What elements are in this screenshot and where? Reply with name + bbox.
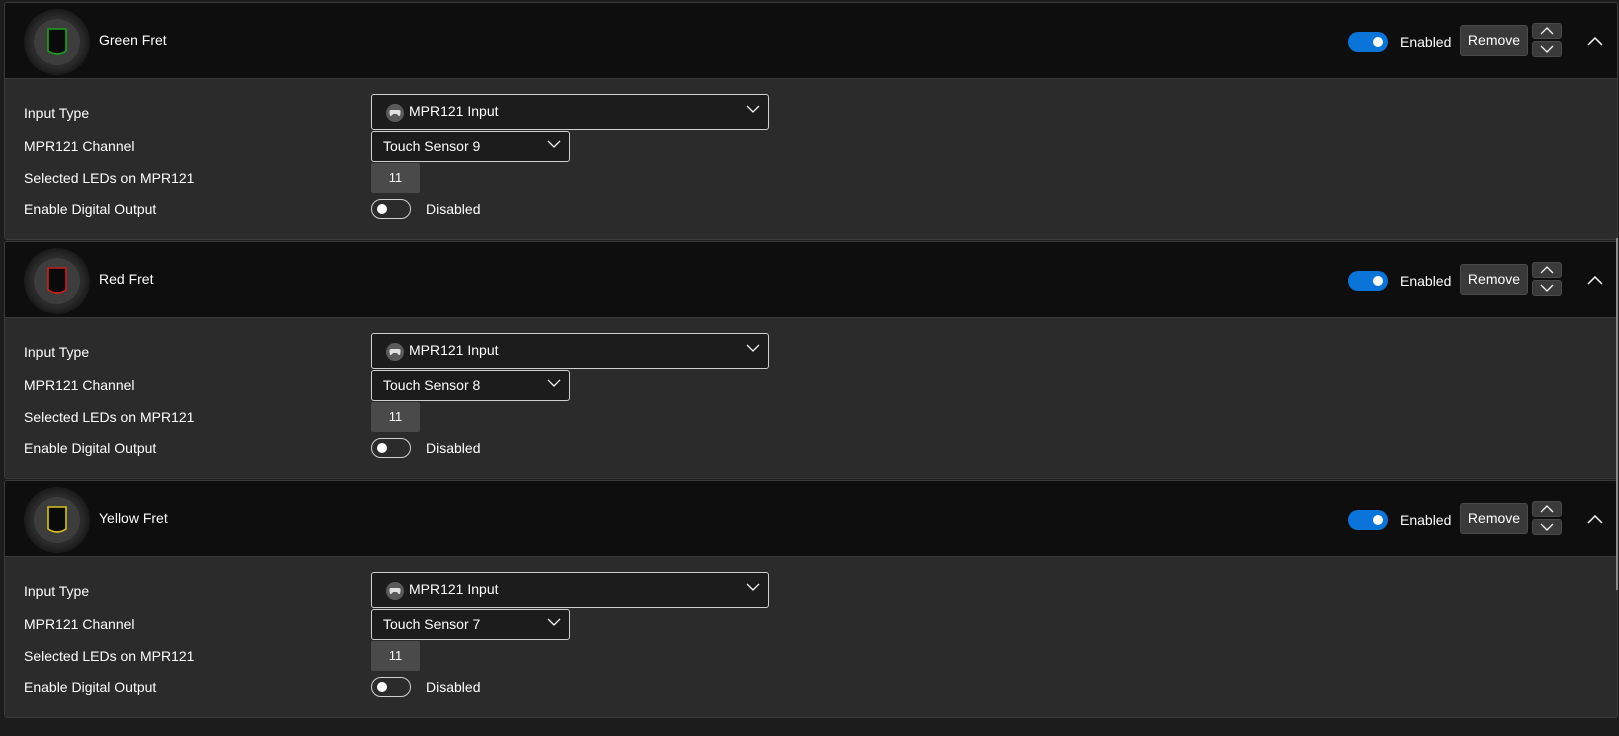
fret-title: Green Fret: [99, 32, 167, 48]
fret-card-header[interactable]: Green Fret Enabled Remove: [5, 3, 1617, 79]
fret-title: Yellow Fret: [99, 510, 168, 526]
digital-output-state: Disabled: [426, 679, 481, 695]
chevron-up-icon: [1587, 514, 1603, 524]
led-chip[interactable]: 11: [371, 402, 420, 432]
digital-output-label: Enable Digital Output: [24, 679, 157, 695]
remove-button[interactable]: Remove: [1460, 264, 1528, 295]
digital-output-toggle[interactable]: [371, 677, 411, 697]
input-type-value: MPR121 Input: [409, 342, 499, 358]
chevron-down-icon: [1540, 45, 1554, 53]
move-up-button[interactable]: [1532, 23, 1562, 39]
fret-card-header[interactable]: Yellow Fret Enabled Remove: [5, 481, 1617, 557]
fret-card: Green Fret Enabled Remove Input Type MPR…: [4, 2, 1618, 240]
fret-card-body: Input Type MPR121 Input MPR121 Channel T…: [5, 318, 1617, 478]
input-type-label: Input Type: [24, 583, 90, 599]
digital-output-toggle[interactable]: [371, 438, 411, 458]
input-type-select[interactable]: MPR121 Input: [371, 333, 769, 369]
move-down-button[interactable]: [1532, 280, 1562, 296]
chevron-down-icon: [547, 618, 561, 626]
remove-button[interactable]: Remove: [1460, 25, 1528, 56]
input-type-select[interactable]: MPR121 Input: [371, 572, 769, 608]
channel-select[interactable]: Touch Sensor 8: [371, 370, 570, 401]
digital-output-state: Disabled: [426, 201, 481, 217]
fret-shield-icon: [24, 487, 90, 553]
move-down-button[interactable]: [1532, 519, 1562, 535]
chevron-down-icon: [746, 105, 760, 113]
remove-button[interactable]: Remove: [1460, 503, 1528, 534]
fret-title: Red Fret: [99, 271, 154, 287]
channel-value: Touch Sensor 8: [383, 377, 481, 393]
gamepad-icon: [386, 582, 404, 600]
fret-card: Red Fret Enabled Remove Input Type MPR12…: [4, 241, 1618, 479]
scrollbar[interactable]: [1616, 238, 1618, 590]
collapse-button[interactable]: [1585, 272, 1605, 288]
gamepad-icon: [386, 343, 404, 361]
gamepad-icon: [386, 104, 404, 122]
chevron-down-icon: [547, 140, 561, 148]
input-type-value: MPR121 Input: [409, 103, 499, 119]
channel-label: MPR121 Channel: [24, 377, 135, 393]
enabled-label: Enabled: [1400, 273, 1452, 289]
fret-list: Green Fret Enabled Remove Input Type MPR…: [4, 2, 1618, 719]
digital-output-toggle[interactable]: [371, 199, 411, 219]
digital-output-label: Enable Digital Output: [24, 440, 157, 456]
move-up-button[interactable]: [1532, 262, 1562, 278]
channel-value: Touch Sensor 9: [383, 138, 481, 154]
input-type-value: MPR121 Input: [409, 581, 499, 597]
move-down-button[interactable]: [1532, 41, 1562, 57]
chevron-up-icon: [1540, 266, 1554, 274]
fret-shield-icon: [24, 9, 90, 75]
channel-select[interactable]: Touch Sensor 9: [371, 131, 570, 162]
fret-card: Yellow Fret Enabled Remove Input Type MP…: [4, 480, 1618, 718]
leds-label: Selected LEDs on MPR121: [24, 409, 195, 425]
fret-card-header[interactable]: Red Fret Enabled Remove: [5, 242, 1617, 318]
collapse-button[interactable]: [1585, 33, 1605, 49]
led-chip[interactable]: 11: [371, 641, 420, 671]
chevron-up-icon: [1540, 27, 1554, 35]
leds-label: Selected LEDs on MPR121: [24, 170, 195, 186]
chevron-down-icon: [746, 344, 760, 352]
chevron-down-icon: [547, 379, 561, 387]
fret-shield-icon: [24, 248, 90, 314]
enabled-label: Enabled: [1400, 34, 1452, 50]
move-up-button[interactable]: [1532, 501, 1562, 517]
chevron-up-icon: [1587, 36, 1603, 46]
chevron-up-icon: [1540, 505, 1554, 513]
channel-label: MPR121 Channel: [24, 616, 135, 632]
chevron-down-icon: [1540, 284, 1554, 292]
input-type-select[interactable]: MPR121 Input: [371, 94, 769, 130]
input-type-label: Input Type: [24, 344, 90, 360]
chevron-down-icon: [1540, 523, 1554, 531]
digital-output-label: Enable Digital Output: [24, 201, 157, 217]
enabled-label: Enabled: [1400, 512, 1452, 528]
leds-label: Selected LEDs on MPR121: [24, 648, 195, 664]
enabled-toggle[interactable]: [1348, 510, 1388, 530]
collapse-button[interactable]: [1585, 511, 1605, 527]
page: Green Fret Enabled Remove Input Type MPR…: [0, 0, 1619, 736]
input-type-label: Input Type: [24, 105, 90, 121]
fret-card-body: Input Type MPR121 Input MPR121 Channel T…: [5, 79, 1617, 239]
led-chip[interactable]: 11: [371, 163, 420, 193]
chevron-down-icon: [746, 583, 760, 591]
fret-card-body: Input Type MPR121 Input MPR121 Channel T…: [5, 557, 1617, 717]
channel-value: Touch Sensor 7: [383, 616, 481, 632]
channel-select[interactable]: Touch Sensor 7: [371, 609, 570, 640]
digital-output-state: Disabled: [426, 440, 481, 456]
channel-label: MPR121 Channel: [24, 138, 135, 154]
enabled-toggle[interactable]: [1348, 271, 1388, 291]
enabled-toggle[interactable]: [1348, 32, 1388, 52]
chevron-up-icon: [1587, 275, 1603, 285]
